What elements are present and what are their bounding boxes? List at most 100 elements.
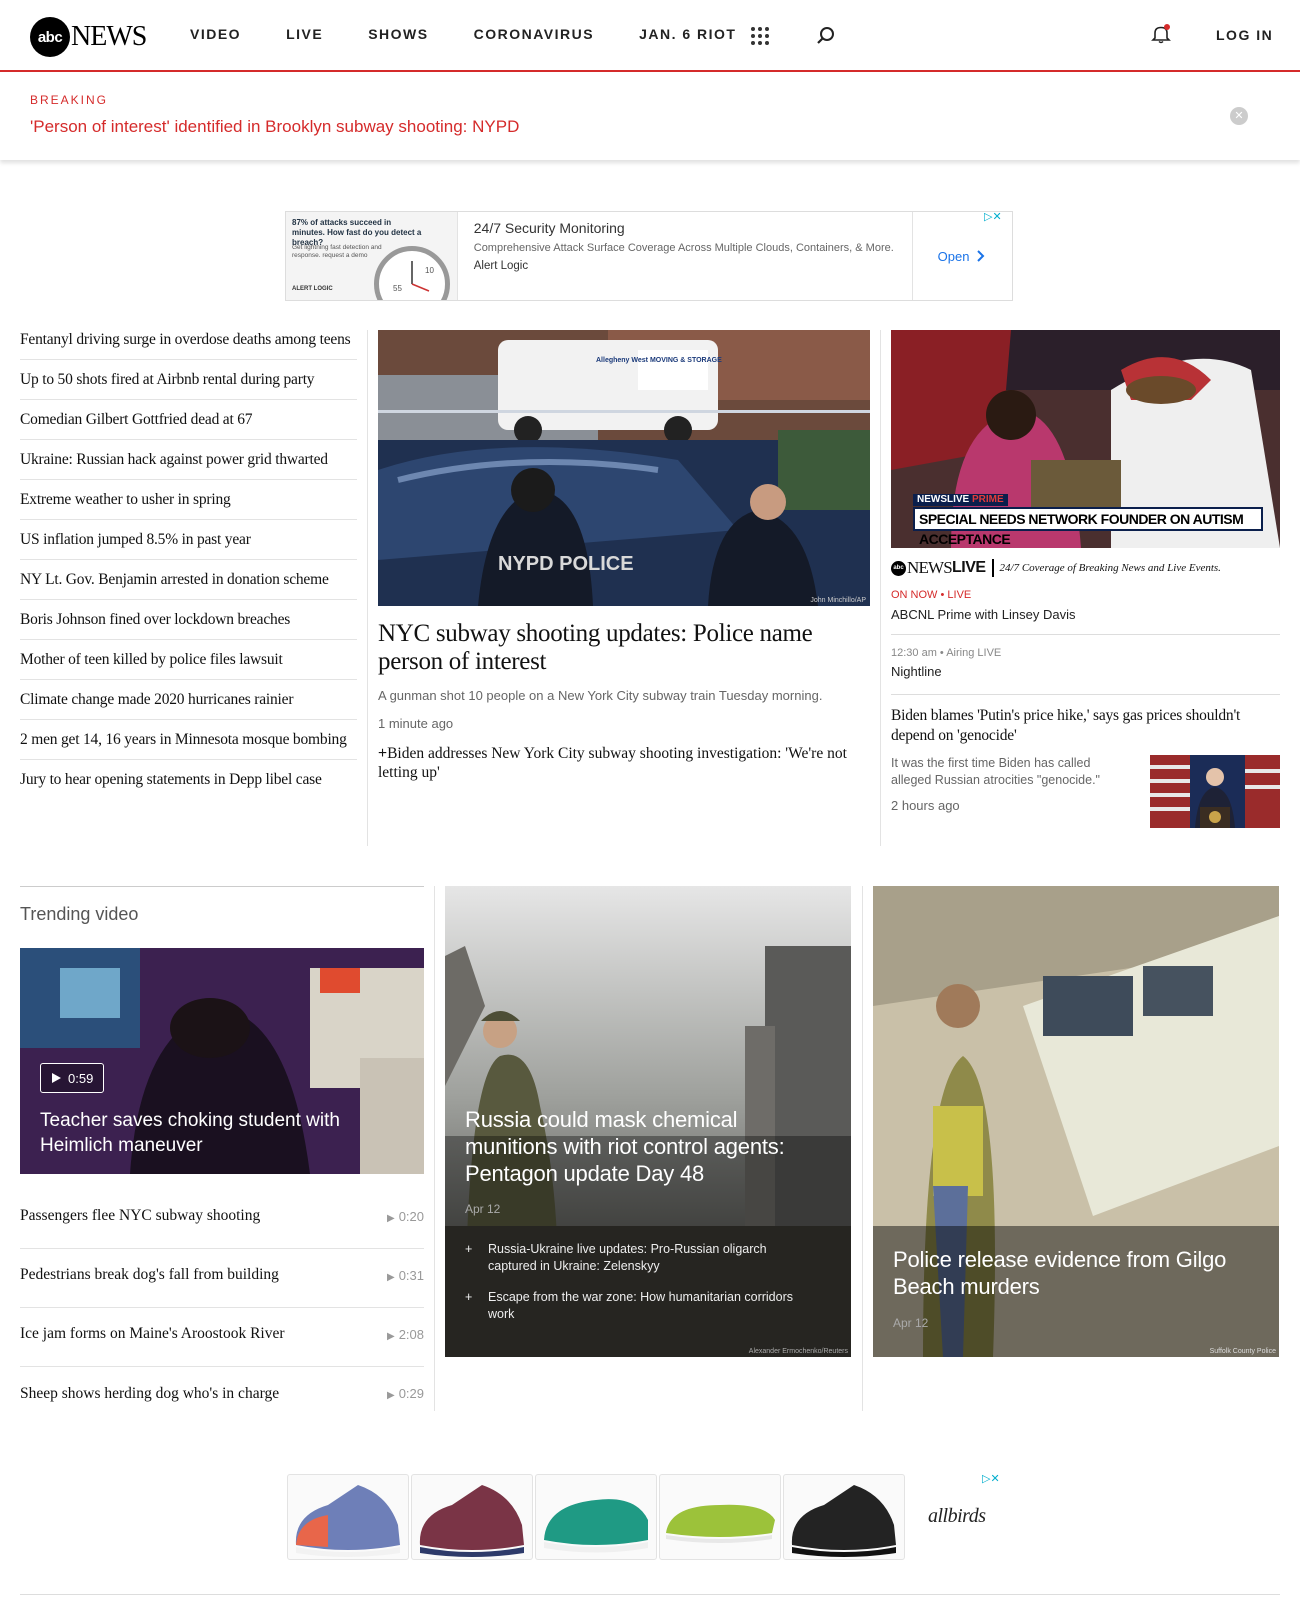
divider: [891, 634, 1280, 635]
video-duration-badge: 0:59: [40, 1063, 105, 1093]
ad-advertiser: Alert Logic: [473, 260, 529, 272]
headline-list: Fentanyl driving surge in overdose death…: [20, 330, 357, 809]
allbirds-logo[interactable]: allbirds: [928, 1505, 986, 1528]
column-divider: [434, 886, 435, 1411]
divider: [20, 1594, 1280, 1595]
nav-video[interactable]: VIDEO: [190, 26, 241, 42]
product-shoe-maroon[interactable]: [411, 1474, 533, 1560]
play-icon: [52, 1073, 61, 1083]
stopwatch-icon: 55 10: [374, 246, 450, 300]
related-link[interactable]: + Escape from the war zone: How humanitar…: [465, 1289, 815, 1323]
on-now-show[interactable]: ABCNL Prime with Linsey Davis: [891, 607, 1075, 622]
headline-item[interactable]: Up to 50 shots fired at Airbnb rental du…: [20, 370, 357, 400]
plus-icon: +: [378, 745, 388, 762]
headline-item[interactable]: Ukraine: Russian hack against power grid…: [20, 450, 357, 480]
lead-story-related-link[interactable]: +Biden addresses New York City subway sh…: [378, 744, 870, 782]
side-story-timestamp: 2 hours ago: [891, 798, 960, 813]
site-header: abc NEWS VIDEO LIVE SHOWS CORONAVIRUS JA…: [0, 0, 1300, 72]
column-divider: [367, 330, 368, 846]
grid-menu-icon[interactable]: [751, 27, 769, 45]
adchoices-icon[interactable]: ▷✕: [982, 1472, 1000, 1485]
breaking-headline[interactable]: 'Person of interest' identified in Brook…: [30, 117, 519, 137]
notifications-bell-icon[interactable]: [1151, 24, 1171, 49]
side-story-description: It was the first time Biden has called a…: [891, 756, 1100, 787]
news-wordmark: NEWS: [71, 21, 147, 52]
live-tagline: 24/7 Coverage of Breaking News and Live …: [999, 562, 1221, 574]
side-story-image[interactable]: [1150, 755, 1280, 828]
story-card-gilgo[interactable]: Police release evidence from Gilgo Beach…: [873, 886, 1279, 1357]
top-advertisement[interactable]: 87% of attacks succeed in minutes. How f…: [285, 211, 1013, 301]
notification-dot: [1164, 24, 1170, 30]
headline-item[interactable]: NY Lt. Gov. Benjamin arrested in donatio…: [20, 570, 357, 600]
lead-story-timestamp: 1 minute ago: [378, 716, 454, 731]
trending-video-heading: Trending video: [20, 904, 139, 924]
on-now-label: ON NOW • LIVE: [891, 589, 972, 601]
ad-image-brand: ALERT LOGIC: [292, 286, 333, 292]
headline-item[interactable]: Mother of teen killed by police files la…: [20, 650, 357, 680]
svg-text:Allegheny West MOVING & STORAG: Allegheny West MOVING & STORAGE: [596, 357, 722, 364]
live-stream-player[interactable]: NEWSLIVE PRIME SPECIAL NEEDS NETWORK FOU…: [891, 330, 1280, 548]
ad-title[interactable]: 24/7 Security Monitoring: [474, 220, 896, 236]
ad-image: 87% of attacks succeed in minutes. How f…: [286, 212, 458, 300]
trending-video-list: Passengers flee NYC subway shooting ▶ 0:2…: [20, 1190, 424, 1426]
ad-open-button[interactable]: Open: [912, 212, 1012, 300]
product-shoe-blue-orange[interactable]: [287, 1474, 409, 1560]
headline-item[interactable]: Extreme weather to usher in spring: [20, 490, 357, 520]
plus-icon: +: [465, 1290, 473, 1304]
lead-story-title[interactable]: NYC subway shooting updates: Police name…: [378, 620, 870, 676]
headline-item[interactable]: US inflation jumped 8.5% in past year: [20, 530, 357, 560]
search-icon[interactable]: [816, 26, 836, 51]
nav-coronavirus[interactable]: CORONAVIRUS: [474, 26, 594, 42]
abc-news-live-logo[interactable]: abc NEWS LIVE 24/7 Coverage of Breaking N…: [891, 558, 1221, 578]
nav-live[interactable]: LIVE: [286, 26, 323, 42]
headline-item[interactable]: Boris Johnson fined over lockdown breach…: [20, 610, 357, 640]
play-icon: ▶: [386, 1330, 395, 1342]
product-shoe-green[interactable]: [659, 1474, 781, 1560]
headline-item[interactable]: 2 men get 14, 16 years in Minnesota mosq…: [20, 730, 357, 760]
story-card-ukraine[interactable]: Russia could mask chemical munitions wit…: [445, 886, 851, 1357]
headline-item[interactable]: Climate change made 2020 hurricanes rain…: [20, 690, 357, 720]
related-link[interactable]: + Russia-Ukraine live updates: Pro-Russia…: [465, 1241, 815, 1275]
list-item[interactable]: Pedestrians break dog's fall from buildi…: [20, 1249, 424, 1308]
lead-story-image[interactable]: Allegheny West MOVING & STORAGE NYPD POL…: [378, 330, 870, 606]
trending-feature-title[interactable]: Teacher saves choking student with Heiml…: [40, 1108, 400, 1158]
column-divider: [862, 886, 863, 1411]
headline-item[interactable]: Comedian Gilbert Gottfried dead at 67: [20, 410, 357, 440]
column-divider: [880, 330, 881, 846]
lead-story-description: A gunman shot 10 people on a New York Ci…: [378, 688, 823, 703]
ad-description: Comprehensive Attack Surface Coverage Ac…: [473, 242, 894, 254]
abc-logo-mark: abc: [30, 17, 70, 57]
adchoices-icon[interactable]: ▷✕: [984, 210, 1002, 223]
list-item[interactable]: Passengers flee NYC subway shooting ▶ 0:2…: [20, 1190, 424, 1249]
divider: [891, 694, 1280, 695]
close-icon[interactable]: ✕: [1230, 107, 1248, 125]
product-shoe-black[interactable]: [783, 1474, 905, 1560]
nav-shows[interactable]: SHOWS: [368, 26, 428, 42]
ukraine-story-date: Apr 12: [465, 1202, 501, 1216]
photo-credit: Alexander Ermochenko/Reuters: [748, 1348, 848, 1355]
ukraine-story-title[interactable]: Russia could mask chemical munitions wit…: [465, 1106, 835, 1187]
list-item[interactable]: Sheep shows herding dog who's in charge …: [20, 1367, 424, 1426]
gilgo-story-date: Apr 12: [893, 1316, 929, 1330]
trending-feature-video[interactable]: 0:59 Teacher saves choking student with …: [20, 948, 424, 1174]
divider: [20, 886, 424, 887]
breaking-label: BREAKING: [30, 93, 109, 107]
headline-item[interactable]: Jury to hear opening statements in Depp …: [20, 770, 357, 799]
play-icon: ▶: [386, 1271, 395, 1283]
svg-text:10: 10: [425, 266, 434, 275]
live-lower-third: NEWSLIVE PRIME SPECIAL NEEDS NETWORK FOU…: [913, 494, 1263, 547]
nav-jan6-riot[interactable]: JAN. 6 RIOT: [639, 26, 736, 42]
play-icon: ▶: [386, 1390, 395, 1401]
headline-item[interactable]: Fentanyl driving surge in overdose death…: [20, 330, 357, 360]
svg-text:55: 55: [393, 284, 402, 293]
gilgo-story-title[interactable]: Police release evidence from Gilgo Beach…: [893, 1246, 1263, 1300]
bottom-advertisement[interactable]: [287, 1474, 909, 1560]
product-shoe-teal[interactable]: [535, 1474, 657, 1560]
play-icon: ▶: [386, 1212, 395, 1224]
abc-news-logo[interactable]: abc NEWS: [30, 17, 147, 57]
side-story-title[interactable]: Biden blames 'Putin's price hike,' says …: [891, 706, 1280, 746]
svg-text:NYPD POLICE: NYPD POLICE: [498, 553, 634, 575]
list-item[interactable]: Ice jam forms on Maine's Aroostook River…: [20, 1308, 424, 1367]
next-airing-show[interactable]: Nightline: [891, 664, 942, 679]
login-link[interactable]: LOG IN: [1216, 27, 1273, 43]
